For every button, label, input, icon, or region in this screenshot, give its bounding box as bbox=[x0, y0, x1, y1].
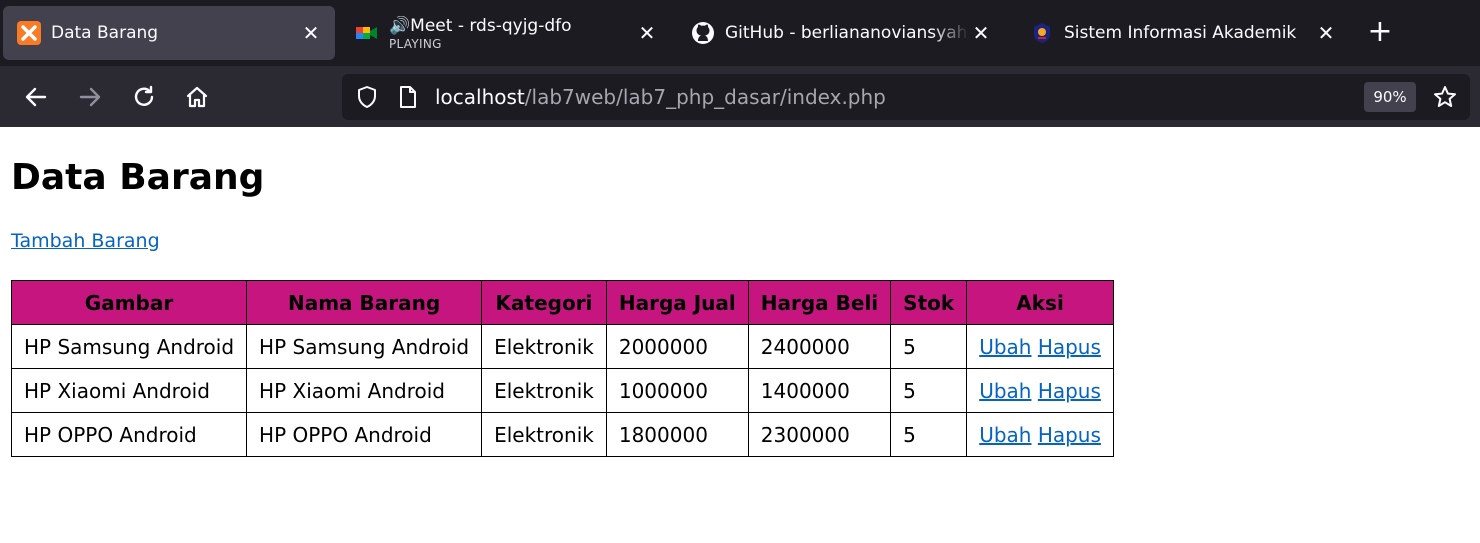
edit-link[interactable]: Ubah bbox=[979, 423, 1031, 447]
cell-gambar: HP OPPO Android bbox=[10, 412, 248, 457]
cell-stok: 5 bbox=[890, 368, 968, 413]
cell-harga-jual: 1000000 bbox=[605, 368, 749, 413]
column-header-harga-beli: Harga Beli bbox=[747, 280, 892, 325]
tab-title: Sistem Informasi Akademik bbox=[1064, 23, 1297, 43]
tab-title-text: Meet - rds-qyjg-dfo bbox=[410, 15, 572, 36]
cell-harga-beli: 2300000 bbox=[747, 412, 892, 457]
reload-button[interactable] bbox=[128, 81, 160, 113]
cell-stok: 5 bbox=[890, 324, 968, 369]
column-header-aksi: Aksi bbox=[966, 280, 1114, 325]
cell-nama: HP Xiaomi Android bbox=[246, 368, 483, 413]
tab-title: Data Barang bbox=[51, 23, 159, 43]
tab-playing-label: PLAYING bbox=[389, 36, 442, 51]
table-row: HP OPPO Android HP OPPO Android Elektron… bbox=[10, 412, 1114, 457]
tab-meet[interactable]: 🔊Meet - rds-qyjg-dfo PLAYING ✕ bbox=[341, 6, 671, 60]
back-arrow-icon bbox=[25, 87, 47, 107]
url-path: /lab7web/lab7_php_dasar/index.php bbox=[524, 85, 886, 109]
cell-aksi: Ubah Hapus bbox=[966, 368, 1114, 413]
column-header-stok: Stok bbox=[890, 280, 968, 325]
page-content: Data Barang Tambah Barang Gambar Nama Ba… bbox=[0, 127, 1480, 543]
cell-nama: HP Samsung Android bbox=[246, 324, 483, 369]
cell-kategori: Elektronik bbox=[481, 368, 607, 413]
tab-siakad[interactable]: Sistem Informasi Akademik ✕ bbox=[1016, 6, 1350, 60]
tab-strip: Data Barang ✕ 🔊Meet - rds-qyjg-dfo PLAYI… bbox=[0, 0, 1480, 66]
navigation-toolbar: localhost/lab7web/lab7_php_dasar/index.p… bbox=[0, 66, 1480, 127]
cell-harga-beli: 1400000 bbox=[747, 368, 892, 413]
reload-icon bbox=[134, 85, 154, 106]
page-title: Data Barang bbox=[11, 157, 265, 198]
column-header-nama-barang: Nama Barang bbox=[246, 280, 483, 325]
shield-icon[interactable] bbox=[354, 84, 380, 114]
tab-data-barang[interactable]: Data Barang ✕ bbox=[3, 6, 335, 60]
column-header-gambar: Gambar bbox=[10, 280, 248, 325]
column-header-kategori: Kategori bbox=[481, 280, 607, 325]
speaker-icon[interactable]: 🔊 bbox=[389, 16, 410, 36]
cell-kategori: Elektronik bbox=[481, 324, 607, 369]
university-logo-icon bbox=[1030, 21, 1054, 45]
zoom-level-button[interactable]: 90% bbox=[1364, 82, 1416, 112]
edit-link[interactable]: Ubah bbox=[979, 335, 1031, 359]
home-icon bbox=[186, 86, 208, 108]
add-item-link[interactable]: Tambah Barang bbox=[11, 230, 160, 252]
url-host: localhost bbox=[435, 85, 525, 109]
forward-button[interactable] bbox=[74, 81, 106, 113]
home-button[interactable] bbox=[181, 81, 213, 113]
tab-github[interactable]: GitHub - berliananoviansyah/lab ✕ bbox=[677, 6, 1007, 60]
cell-aksi: Ubah Hapus bbox=[966, 324, 1114, 369]
cell-harga-jual: 2000000 bbox=[605, 324, 749, 369]
table-row: HP Samsung Android HP Samsung Android El… bbox=[10, 324, 1114, 369]
column-header-harga-jual: Harga Jual bbox=[605, 280, 749, 325]
table-header-row: Gambar Nama Barang Kategori Harga Jual H… bbox=[10, 280, 1114, 325]
delete-link[interactable]: Hapus bbox=[1038, 379, 1101, 403]
cell-stok: 5 bbox=[890, 412, 968, 457]
close-tab-icon[interactable]: ✕ bbox=[299, 21, 323, 45]
cell-kategori: Elektronik bbox=[481, 412, 607, 457]
star-bookmark-icon[interactable] bbox=[1432, 84, 1458, 114]
close-tab-icon[interactable]: ✕ bbox=[1314, 21, 1338, 45]
tab-title: GitHub - berliananoviansyah/lab bbox=[725, 23, 969, 43]
cell-harga-jual: 1800000 bbox=[605, 412, 749, 457]
cell-gambar: HP Samsung Android bbox=[10, 324, 248, 369]
close-tab-icon[interactable]: ✕ bbox=[635, 21, 659, 45]
forward-arrow-icon bbox=[79, 87, 101, 107]
google-meet-icon bbox=[355, 21, 379, 45]
delete-link[interactable]: Hapus bbox=[1038, 335, 1101, 359]
back-button[interactable] bbox=[20, 81, 52, 113]
table-row: HP Xiaomi Android HP Xiaomi Android Elek… bbox=[10, 368, 1114, 413]
page-icon[interactable] bbox=[396, 85, 420, 113]
edit-link[interactable]: Ubah bbox=[979, 379, 1031, 403]
cell-aksi: Ubah Hapus bbox=[966, 412, 1114, 457]
url-text[interactable]: localhost/lab7web/lab7_php_dasar/index.p… bbox=[435, 85, 886, 109]
data-table: Gambar Nama Barang Kategori Harga Jual H… bbox=[10, 280, 1114, 457]
delete-link[interactable]: Hapus bbox=[1038, 423, 1101, 447]
tab-title: 🔊Meet - rds-qyjg-dfo bbox=[389, 16, 635, 36]
cell-gambar: HP Xiaomi Android bbox=[10, 368, 248, 413]
address-bar[interactable]: localhost/lab7web/lab7_php_dasar/index.p… bbox=[342, 74, 1470, 120]
cell-nama: HP OPPO Android bbox=[246, 412, 483, 457]
github-icon bbox=[691, 21, 715, 45]
xampp-icon bbox=[17, 21, 41, 45]
close-tab-icon[interactable]: ✕ bbox=[969, 21, 993, 45]
new-tab-button[interactable]: + bbox=[1366, 17, 1394, 48]
cell-harga-beli: 2400000 bbox=[747, 324, 892, 369]
